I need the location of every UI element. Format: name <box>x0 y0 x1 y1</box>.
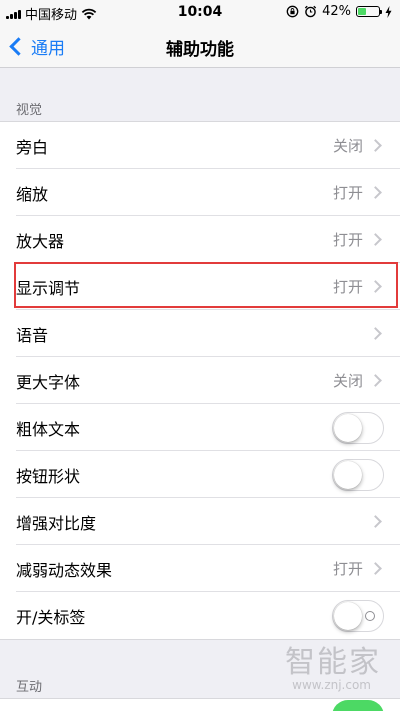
battery-icon <box>356 6 382 17</box>
row-label: 旁白 <box>16 137 49 157</box>
chevron-right-icon <box>369 233 382 246</box>
row-value: 关闭 <box>332 372 363 390</box>
row-label: 按钮形状 <box>16 466 81 486</box>
chevron-right-icon <box>369 515 382 528</box>
row-larger-text[interactable]: 更大字体 关闭 <box>0 357 400 404</box>
row-label: 增强对比度 <box>16 513 97 533</box>
status-right: 42% <box>286 4 392 19</box>
watermark-title: 智能家 <box>285 645 381 680</box>
battery-percent: 42% <box>322 4 351 19</box>
row-voiceover[interactable]: 旁白 关闭 <box>0 122 400 169</box>
chevron-right-icon <box>369 327 382 340</box>
bold-text-toggle[interactable] <box>332 411 384 444</box>
row-value: 打开 <box>332 184 363 202</box>
section-header-vision: 视觉 <box>16 103 43 118</box>
nav-bar: 通用 辅助功能 <box>0 24 400 68</box>
row-value: 关闭 <box>332 137 363 155</box>
watermark: 智能家 www.znj.com <box>285 645 381 693</box>
row-label: 语音 <box>16 325 49 345</box>
row-value: 打开 <box>332 560 363 578</box>
chevron-right-icon <box>369 374 382 387</box>
row-label: 减弱动态效果 <box>16 560 113 580</box>
row-magnifier[interactable]: 放大器 打开 <box>0 216 400 263</box>
row-speech[interactable]: 语音 <box>0 310 400 357</box>
row-label: 更大字体 <box>16 372 81 392</box>
row-value: 打开 <box>332 278 363 296</box>
row-display-accommodations[interactable]: 显示调节 打开 <box>0 263 400 310</box>
row-label: 粗体文本 <box>16 419 81 439</box>
on-off-labels-toggle[interactable] <box>332 599 384 632</box>
watermark-url: www.znj.com <box>292 678 371 692</box>
row-label: 放大器 <box>16 231 65 251</box>
row-label: 开/关标签 <box>16 607 86 627</box>
row-label: 显示调节 <box>16 278 81 298</box>
chevron-right-icon <box>369 186 382 199</box>
row-value: 打开 <box>332 231 363 249</box>
status-bar: 中国移动 10:04 42% <box>0 0 400 24</box>
row-bold-text: 粗体文本 <box>0 404 400 451</box>
alarm-icon <box>304 5 317 18</box>
row-label: 缩放 <box>16 184 49 204</box>
orientation-lock-icon <box>286 5 299 18</box>
row-on-off-labels: 开/关标签 <box>0 592 400 639</box>
interaction-toggle[interactable] <box>332 700 384 711</box>
chevron-right-icon <box>369 562 382 575</box>
vision-settings-list: 旁白 关闭 缩放 打开 放大器 打开 显示调节 打开 语音 更大字体 关闭 粗体… <box>0 121 400 640</box>
row-reduce-motion[interactable]: 减弱动态效果 打开 <box>0 545 400 592</box>
chevron-right-icon <box>369 280 382 293</box>
section-header-interaction: 互动 <box>16 680 43 695</box>
row-increase-contrast[interactable]: 增强对比度 <box>0 498 400 545</box>
charging-icon <box>385 5 392 18</box>
button-shapes-toggle[interactable] <box>332 458 384 491</box>
row-button-shapes: 按钮形状 <box>0 451 400 498</box>
row-zoom[interactable]: 缩放 打开 <box>0 169 400 216</box>
page-title: 辅助功能 <box>166 40 234 60</box>
chevron-right-icon <box>369 139 382 152</box>
